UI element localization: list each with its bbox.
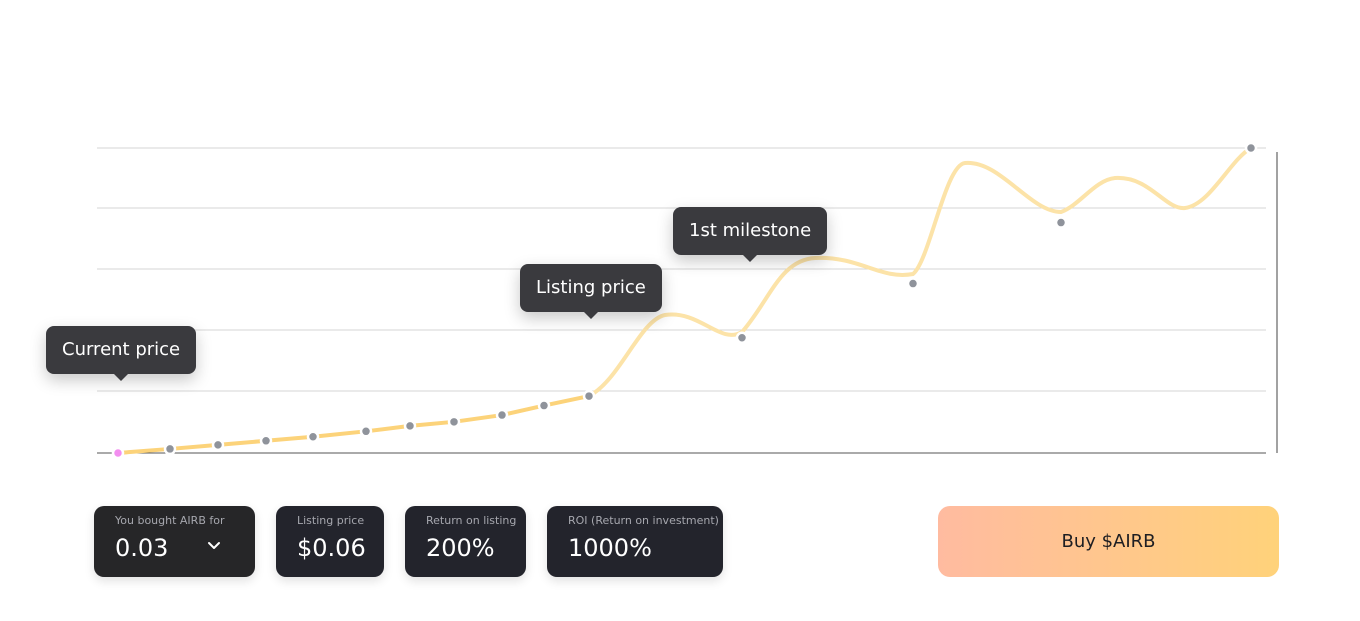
return-on-listing-card: Return on listing 200% — [405, 506, 526, 577]
data-point — [1244, 141, 1258, 155]
data-point — [735, 331, 749, 345]
listing-price-label: Listing price — [536, 277, 646, 298]
data-point — [359, 425, 373, 438]
data-point — [306, 430, 320, 443]
roi-card: ROI (Return on investment) 1000% — [547, 506, 723, 577]
roi-value: 1000% — [568, 534, 652, 562]
data-point — [163, 442, 177, 456]
grid-lines — [97, 147, 1266, 454]
return-on-listing-value: 200% — [426, 534, 495, 562]
data-points — [111, 141, 1258, 460]
data-point — [1054, 216, 1068, 229]
data-point — [447, 415, 461, 429]
current-price-point — [111, 446, 125, 460]
chevron-down-icon[interactable] — [207, 541, 221, 551]
buy-airb-button[interactable]: Buy $AIRB — [938, 506, 1279, 577]
data-point — [906, 277, 920, 290]
data-point — [537, 399, 551, 412]
roi-label: ROI (Return on investment) — [568, 514, 719, 527]
bought-for-label: You bought AIRB for — [115, 514, 225, 527]
bought-for-value: 0.03 — [115, 534, 169, 562]
data-point — [403, 419, 417, 433]
price-line-projected — [587, 146, 1253, 399]
listing-price-card-label: Listing price — [297, 514, 365, 527]
bought-for-dropdown[interactable]: You bought AIRB for 0.03 — [94, 506, 255, 577]
data-point — [259, 434, 273, 448]
milestone-tooltip: 1st milestone — [673, 207, 828, 262]
listing-price-tooltip: Listing price — [520, 264, 662, 319]
milestone-label: 1st milestone — [689, 220, 812, 241]
data-point — [495, 408, 509, 422]
current-price-label: Current price — [62, 339, 181, 360]
data-point — [211, 438, 225, 452]
current-price-tooltip: Current price — [46, 326, 197, 381]
data-point — [582, 389, 596, 403]
listing-price-card-value: $0.06 — [297, 534, 366, 562]
listing-price-card: Listing price $0.06 — [276, 506, 384, 577]
return-on-listing-label: Return on listing — [426, 514, 517, 527]
price-line-actual — [116, 394, 591, 455]
